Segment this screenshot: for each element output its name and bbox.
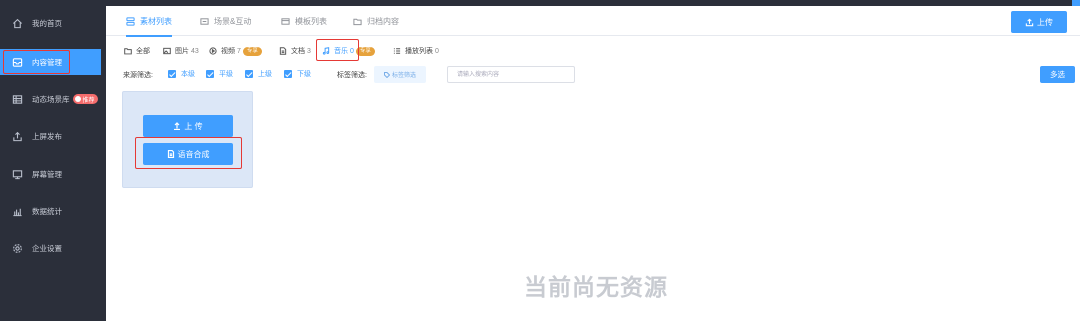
sidebar-item-screens[interactable]: 屏幕管理: [0, 161, 106, 187]
subtab-label: 音乐: [334, 48, 348, 55]
upload-card: 上 传 语音合成: [122, 91, 253, 188]
pro-badge: 专享: [355, 46, 375, 56]
list-icon: [393, 47, 402, 56]
sidebar-item-scene-library[interactable]: 动态场景库 推荐: [0, 86, 106, 112]
text-to-speech-button[interactable]: 语音合成: [143, 143, 233, 165]
sidebar-item-content[interactable]: 内容管理: [0, 49, 101, 75]
upload-icon: [11, 130, 23, 142]
tag-icon: [383, 71, 390, 78]
subtab-playlist[interactable]: 播放列表 0: [393, 44, 439, 58]
subtab-image[interactable]: 图片 43: [163, 44, 199, 58]
scene-icon: [200, 16, 210, 26]
tab-bar: 素材列表 场景&互动 模板列表 归档内容: [106, 6, 1080, 37]
sidebar-item-label: 动态场景库: [32, 94, 70, 104]
subtab-document[interactable]: 文档 3: [279, 44, 311, 58]
checkbox-label: 平级: [219, 71, 233, 78]
card-upload-button[interactable]: 上 传: [143, 115, 233, 137]
checkbox-label: 本级: [181, 71, 195, 78]
subtab-count: 0: [435, 47, 439, 55]
checkbox-upper-level[interactable]: 上级: [245, 69, 272, 79]
subtab-count: 3: [307, 47, 311, 55]
tab-label: 素材列表: [140, 16, 172, 26]
checkbox-icon: [168, 70, 176, 78]
chart-icon: [11, 205, 23, 217]
sidebar-item-label: 上屏发布: [32, 131, 62, 141]
tab-materials[interactable]: 素材列表: [126, 6, 172, 37]
upload-arrow-icon: [174, 122, 181, 130]
sidebar-item-label: 屏幕管理: [32, 169, 62, 179]
tag-filter-label: 标签筛选:: [337, 72, 367, 79]
multi-select-label: 多选: [1050, 70, 1065, 79]
subtab-music[interactable]: 音乐 0 专享: [322, 44, 375, 58]
checkbox-peer-level[interactable]: 平级: [206, 69, 233, 79]
checkbox-label: 上级: [258, 71, 272, 78]
sidebar-item-publish[interactable]: 上屏发布: [0, 123, 106, 149]
image-icon: [163, 47, 172, 56]
upload-icon: [1025, 18, 1034, 26]
subtab-count: 7: [237, 47, 241, 55]
upload-button[interactable]: 上传: [1011, 11, 1067, 33]
tab-label: 场景&互动: [214, 16, 252, 26]
tab-label: 归档内容: [367, 16, 399, 26]
tag-filter-button-label: 标签筛选: [391, 73, 416, 79]
document-icon: [279, 47, 288, 56]
sidebar-item-label: 我的首页: [32, 18, 62, 28]
template-icon: [281, 16, 291, 26]
tab-scenes[interactable]: 场景&互动: [200, 6, 251, 36]
text-to-speech-label: 语音合成: [177, 149, 210, 159]
recommend-badge: 推荐: [72, 94, 98, 104]
tag-filter-button[interactable]: 标签筛选: [374, 66, 426, 83]
filter-row: 来源筛选: 本级 平级 上级 下级 标签筛选: 标签筛选 多选: [106, 66, 1080, 84]
upload-button-label: 上传: [1037, 17, 1053, 27]
multi-select-button[interactable]: 多选: [1040, 66, 1075, 83]
checkbox-same-level[interactable]: 本级: [168, 69, 195, 79]
layers-icon: [126, 16, 136, 26]
folder-icon: [353, 16, 363, 26]
subtab-label: 文档: [291, 48, 305, 55]
sidebar-item-settings[interactable]: 企业设置: [0, 235, 106, 261]
play-icon: [209, 47, 218, 56]
tab-templates[interactable]: 模板列表: [281, 6, 327, 36]
checkbox-icon: [284, 70, 292, 78]
table-icon: [11, 93, 23, 105]
empty-state-text: 当前尚无资源: [524, 274, 668, 300]
sidebar-item-stats[interactable]: 数据统计: [0, 198, 106, 224]
tab-label: 模板列表: [295, 16, 327, 26]
tab-archive[interactable]: 归档内容: [353, 6, 399, 36]
inbox-icon: [11, 56, 23, 68]
sidebar: 我的首页 内容管理 动态场景库 推荐 上屏发布 屏幕管理 数据统计 企业设置: [0, 0, 106, 321]
pro-badge: 专享: [242, 46, 262, 56]
subtab-label: 全部: [136, 48, 150, 55]
subtab-video[interactable]: 视频 7 专享: [209, 44, 262, 58]
sidebar-item-label: 企业设置: [32, 243, 62, 253]
sidebar-item-home[interactable]: 我的首页: [0, 10, 106, 36]
subtab-label: 图片: [175, 48, 189, 55]
sidebar-item-label: 数据统计: [32, 206, 62, 216]
sidebar-item-label: 内容管理: [32, 57, 62, 67]
checkbox-icon: [206, 70, 214, 78]
folder-icon: [124, 47, 133, 56]
subtab-all[interactable]: 全部: [124, 44, 150, 58]
source-filter-label: 来源筛选:: [123, 72, 153, 79]
home-icon: [11, 17, 23, 29]
gear-icon: [11, 242, 23, 254]
type-filter-bar: 全部 图片 43 视频 7 专享 文档 3 音乐 0 专享 播放列表 0: [106, 44, 1080, 58]
search-input[interactable]: [447, 66, 575, 83]
document-icon: [167, 150, 174, 158]
checkbox-icon: [245, 70, 253, 78]
card-upload-label: 上 传: [184, 121, 203, 131]
subtab-count: 43: [191, 47, 199, 55]
main-panel: 素材列表 场景&互动 模板列表 归档内容 上传 全部 图片 43 视频 7 专享…: [106, 6, 1080, 321]
subtab-label: 视频: [221, 48, 235, 55]
subtab-count: 0: [350, 47, 354, 55]
checkbox-label: 下级: [297, 71, 311, 78]
music-note-icon: [322, 47, 331, 56]
monitor-icon: [11, 168, 23, 180]
subtab-label: 播放列表: [405, 48, 433, 55]
checkbox-lower-level[interactable]: 下级: [284, 69, 311, 79]
